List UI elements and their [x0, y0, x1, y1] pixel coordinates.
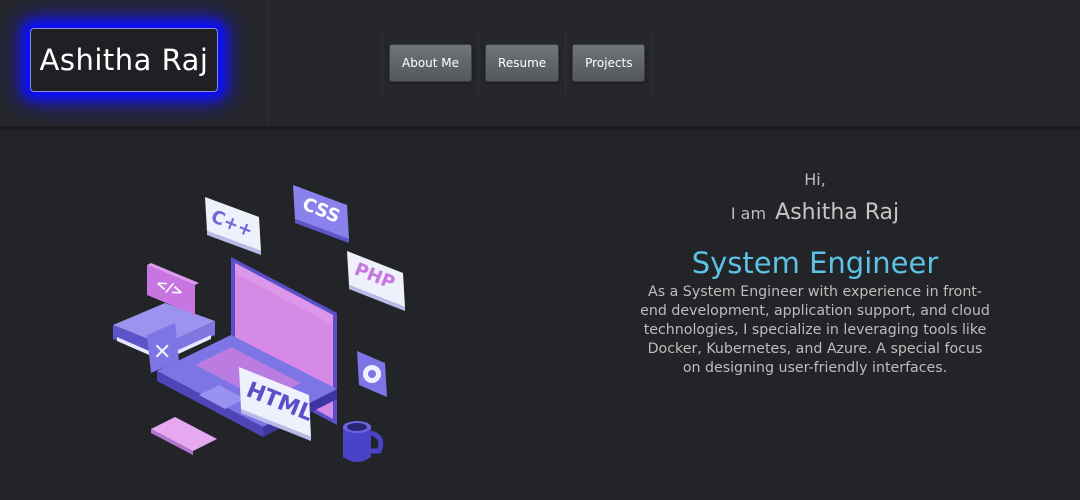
php-tag-icon: PHP	[347, 251, 405, 311]
nav-cell-resume: Resume	[478, 31, 565, 95]
header-divider	[268, 0, 269, 126]
iam-text: I am	[730, 204, 767, 223]
bio-paragraph: As a System Engineer with experience in …	[640, 284, 990, 376]
nav-cell-about: About Me	[382, 31, 478, 95]
role-title: System Engineer	[691, 246, 939, 280]
intro-line: I am Ashitha Raj	[640, 198, 990, 229]
svg-text:✕: ✕	[153, 340, 171, 365]
mug-icon	[343, 421, 384, 462]
hero-name: Ashitha Raj	[775, 200, 900, 225]
hero-section: Hi, I am Ashitha Raj System Engineer As …	[640, 168, 990, 392]
phone-icon	[151, 417, 217, 455]
developer-illustration: </> ✕ C++ CSS PHP HTML	[113, 185, 405, 462]
site-header: Ashitha Raj About Me Resume Projects	[0, 0, 1080, 127]
greeting-text: Hi,	[804, 170, 826, 189]
main-nav: About Me Resume Projects	[382, 31, 653, 95]
css-tag-icon: CSS	[293, 185, 349, 243]
gear-icon	[357, 351, 387, 397]
nav-resume-button[interactable]: Resume	[485, 44, 560, 82]
nav-projects-button[interactable]: Projects	[572, 44, 646, 82]
nav-cell-projects: Projects	[565, 31, 653, 95]
nav-about-me-button[interactable]: About Me	[389, 44, 473, 82]
site-logo[interactable]: Ashitha Raj	[30, 28, 218, 92]
cpp-tag-icon: C++	[205, 197, 261, 255]
